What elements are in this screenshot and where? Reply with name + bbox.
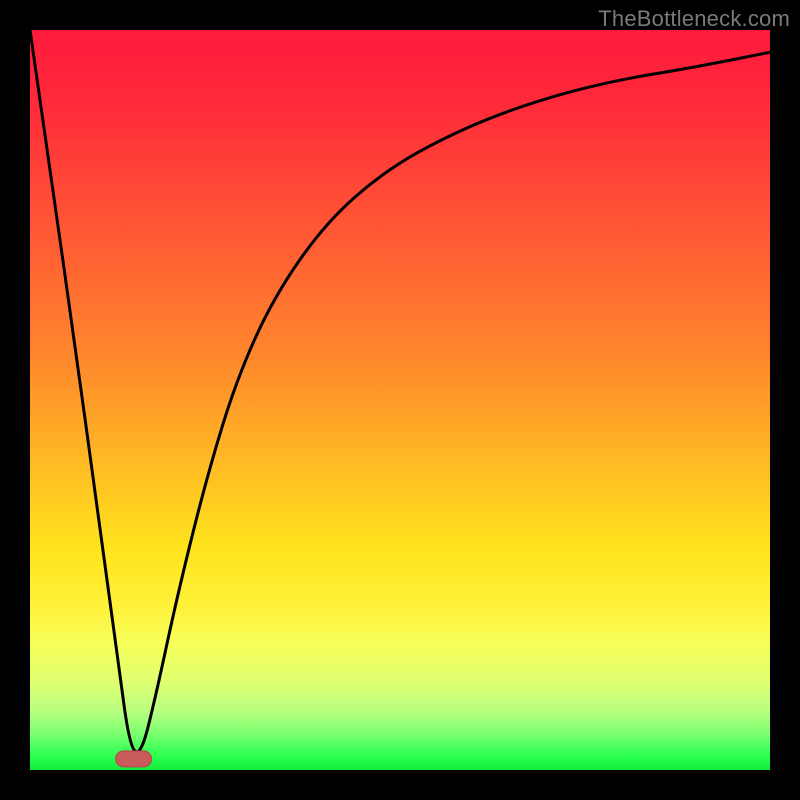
bottleneck-curve [30, 30, 770, 752]
chart-overlay [30, 30, 770, 770]
optimum-marker [116, 751, 152, 767]
watermark-text: TheBottleneck.com [598, 6, 790, 32]
chart-frame: TheBottleneck.com [0, 0, 800, 800]
